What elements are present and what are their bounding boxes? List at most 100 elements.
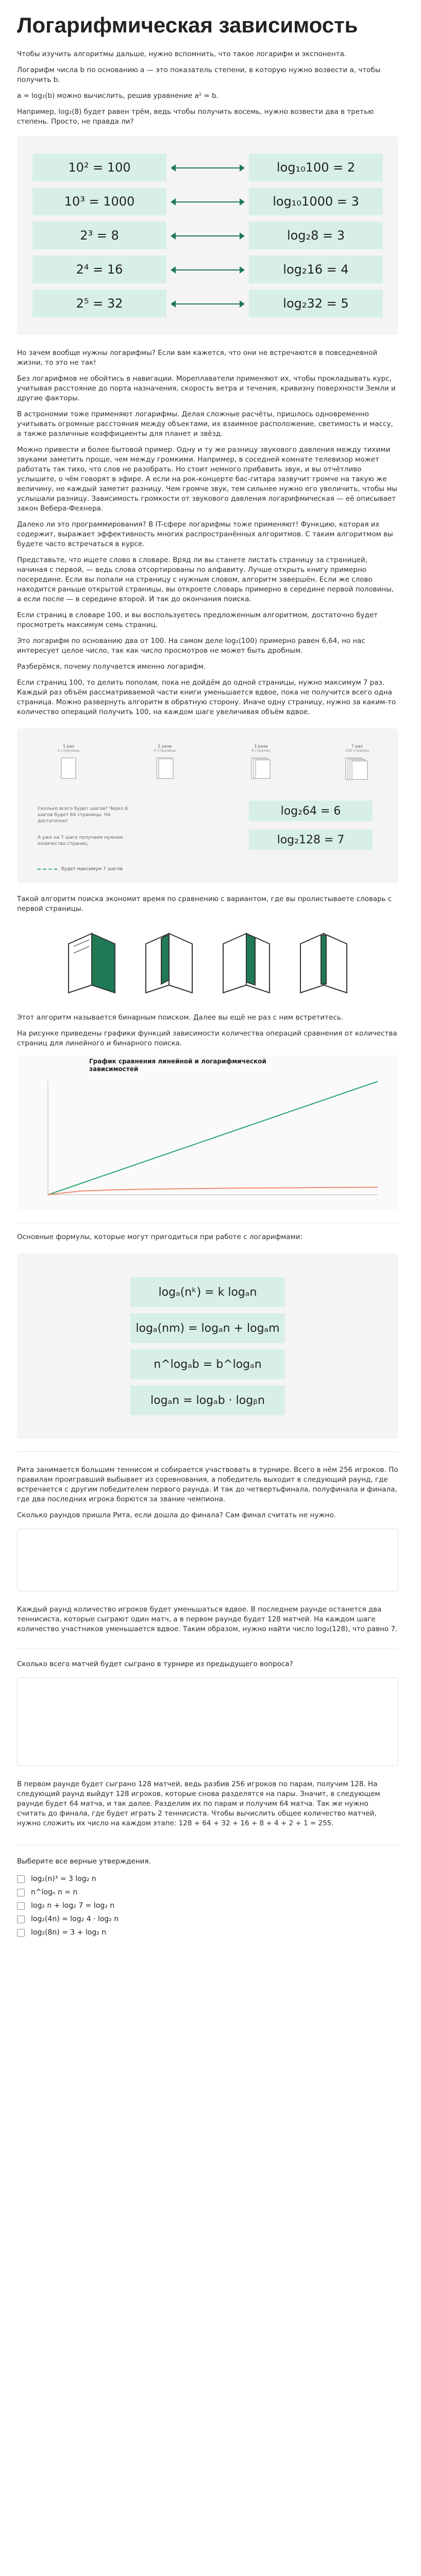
option-checkbox-row[interactable]: log₂(n)³ = 3 log₂ n xyxy=(17,1875,398,1883)
formula-row: 2⁴ = 16 log₂16 = 4 xyxy=(32,256,383,283)
open-book-icon xyxy=(300,933,347,994)
steps-legend: будет максимум 7 шагов xyxy=(38,867,123,872)
quiz-question: Сколько всего матчей будет сыграно в тур… xyxy=(17,1660,293,1668)
section-divider xyxy=(17,1451,398,1452)
open-book-icon xyxy=(145,933,193,994)
exponent-log-table: 10² = 100 log₁₀100 = 2 10³ = 1000 log₁₀1000… xyxy=(17,136,398,335)
book-step-sublabel: 100 страниц xyxy=(345,749,369,753)
double-arrow-icon xyxy=(166,154,249,181)
why-paragraph-5: Далеко ли это программирования? В IT-сфе… xyxy=(17,520,393,548)
option-checkbox-row[interactable]: n^logₙ n = n xyxy=(17,1888,398,1896)
page-title: Логарифмическая зависимость xyxy=(17,13,358,37)
chart-series-line-0 xyxy=(47,1081,378,1195)
log-property-formula: n^logₐb = b^logₐn xyxy=(130,1349,285,1379)
log-property-formula: logₐ(nm) = logₐn + logₐm xyxy=(130,1313,285,1343)
complexity-chart: График сравнения линейной и логарифмичес… xyxy=(17,1056,398,1210)
answer-paragraph: В первом раунде будет сыграно 128 матчей… xyxy=(17,1780,380,1827)
option-label: log₂ n + log₂ 7 = log₂ n xyxy=(31,1902,115,1910)
exponent-formula: 10² = 100 xyxy=(32,154,166,181)
checkbox[interactable] xyxy=(17,1888,25,1896)
dict-paragraph-2: Если страниц в словаре 100, и вы восполь… xyxy=(17,611,378,629)
exponent-formula: 10³ = 1000 xyxy=(32,188,166,215)
after-paragraph-2: Этот алгоритм называется бинарным поиско… xyxy=(17,1013,343,1022)
book-icon xyxy=(156,757,174,779)
steps-question-2: А уже на 7 шаге получаем нужное количест… xyxy=(38,835,123,846)
exponent-formula: 2³ = 8 xyxy=(32,222,166,249)
why-paragraph-3: В астрономии тоже применяют логарифмы. Д… xyxy=(17,410,393,438)
book-step-4: 7 раз 100 страниц xyxy=(326,744,388,786)
intro-paragraph-4: Например, log₂(8) будет равен трём, ведь… xyxy=(17,108,374,126)
book-step-1: 1 раз 2 страницы xyxy=(38,744,99,786)
book-step-2: 2 раза 4 страницы xyxy=(134,744,196,786)
after-paragraph-3: На рисунке приведены графики функций зав… xyxy=(17,1029,397,1047)
steps-legend-label: будет максимум 7 шагов xyxy=(61,867,123,872)
rita-paragraph-3: Каждый раунд количество игроков будет ум… xyxy=(17,1605,398,1633)
dict-paragraph-3: Это логарифм по основанию два от 100. На… xyxy=(17,637,365,655)
book-icon xyxy=(61,757,76,779)
option-label: n^logₙ n = n xyxy=(31,1888,78,1896)
option-checkbox-row[interactable]: log₂ n + log₂ 7 = log₂ n xyxy=(17,1902,398,1910)
log-formula: log₂8 = 3 xyxy=(249,222,383,249)
book-step-3: 3 раза 8 страниц xyxy=(230,744,292,786)
book-steps-row: 1 раз 2 страницы 2 раза 4 страницы 3 раз… xyxy=(38,744,388,786)
answer-input-1[interactable] xyxy=(17,1529,398,1591)
choose-label: Выберите все верные утверждения. xyxy=(17,1857,151,1866)
formulas-intro: Основные формулы, которые могут пригодит… xyxy=(17,1233,303,1241)
log-formula: log₂16 = 4 xyxy=(249,256,383,283)
steps-equation-2: log₂128 = 7 xyxy=(249,829,373,850)
book-step-label: 2 раза xyxy=(158,744,172,749)
checkbox[interactable] xyxy=(17,1928,25,1937)
log-formula: log₁₀100 = 2 xyxy=(249,154,383,181)
why-paragraph-1: Но зачем вообще нужны логарифмы? Если ва… xyxy=(17,349,378,367)
checkbox[interactable] xyxy=(17,1875,25,1883)
exponent-formula: 2⁴ = 16 xyxy=(32,256,166,283)
dict-paragraph-5: Если страниц 100, то делить пополам, пок… xyxy=(17,679,396,716)
double-arrow-icon xyxy=(166,222,249,249)
binary-search-steps-panel: 1 раз 2 страницы 2 раза 4 страницы 3 раз… xyxy=(17,728,398,883)
dict-paragraph-4: Разберёмся, почему получается именно лог… xyxy=(17,663,206,671)
log-property-formula: logₐ(nᵏ) = k logₐn xyxy=(130,1277,285,1307)
rita-paragraph-1: Рита занимается большим теннисом и собир… xyxy=(17,1466,398,1503)
formula-row: 10² = 100 log₁₀100 = 2 xyxy=(32,154,383,181)
intro-paragraph-3: a = log₂(b) можно вычислить, решив уравн… xyxy=(17,92,218,100)
double-arrow-icon xyxy=(166,256,249,283)
after-paragraph-1: Такой алгоритм поиска экономит время по … xyxy=(17,895,392,913)
dict-paragraph-1: Представьте, что ищете слово в словаре. … xyxy=(17,556,394,603)
log-formula: log₂32 = 5 xyxy=(249,290,383,317)
option-label: log₂(n)³ = 3 log₂ n xyxy=(31,1875,96,1883)
open-book-icon xyxy=(68,933,115,994)
book-icon xyxy=(345,757,368,780)
formula-row: 2³ = 8 log₂8 = 3 xyxy=(32,222,383,249)
double-arrow-icon xyxy=(166,188,249,215)
exponent-formula: 2⁵ = 32 xyxy=(32,290,166,317)
log-formula: log₁₀1000 = 3 xyxy=(249,188,383,215)
option-checkbox-row[interactable]: log₂(4n) = log₂ 4 · log₂ n xyxy=(17,1915,398,1923)
book-step-label: 3 раза xyxy=(254,744,268,749)
book-step-label: 1 раз xyxy=(63,744,74,749)
log-formulas-panel: logₐ(nᵏ) = k logₐn logₐ(nm) = logₐn + log… xyxy=(17,1253,398,1439)
chart-series-line-1 xyxy=(47,1187,378,1195)
rita-paragraph-2: Сколько раундов пришла Рита, если дошла … xyxy=(17,1511,336,1519)
log-property-formula: logₐn = logₐb · logᵦn xyxy=(130,1385,285,1415)
formula-row: 10³ = 1000 log₁₀1000 = 3 xyxy=(32,188,383,215)
answer-input-2[interactable] xyxy=(17,1677,398,1766)
why-paragraph-2: Без логарифмов не обойтись в навигации. … xyxy=(17,375,396,402)
steps-question-1: Сколько всего будет шагов? Через 6 шагов… xyxy=(38,806,128,824)
formula-row: 2⁵ = 32 log₂32 = 5 xyxy=(32,290,383,317)
book-step-sublabel: 2 страницы xyxy=(57,749,80,753)
checkbox[interactable] xyxy=(17,1902,25,1910)
option-label: log₂(8n) = 3 + log₂ n xyxy=(31,1928,107,1937)
open-books-illustration xyxy=(17,923,398,1001)
legend-dash-icon xyxy=(38,868,57,870)
book-step-sublabel: 4 страницы xyxy=(154,749,176,753)
options-list: log₂(n)³ = 3 log₂ n n^logₙ n = n log₂ n + … xyxy=(17,1875,398,1937)
book-step-label: 7 раз xyxy=(351,744,363,749)
option-label: log₂(4n) = log₂ 4 · log₂ n xyxy=(31,1915,119,1923)
checkbox[interactable] xyxy=(17,1915,25,1923)
why-paragraph-4: Можно привести и более бытовой пример. О… xyxy=(17,446,398,513)
chart-svg xyxy=(47,1081,378,1195)
option-checkbox-row[interactable]: log₂(8n) = 3 + log₂ n xyxy=(17,1928,398,1937)
book-icon xyxy=(251,757,271,779)
book-step-sublabel: 8 страниц xyxy=(251,749,271,753)
open-book-icon xyxy=(223,933,270,994)
